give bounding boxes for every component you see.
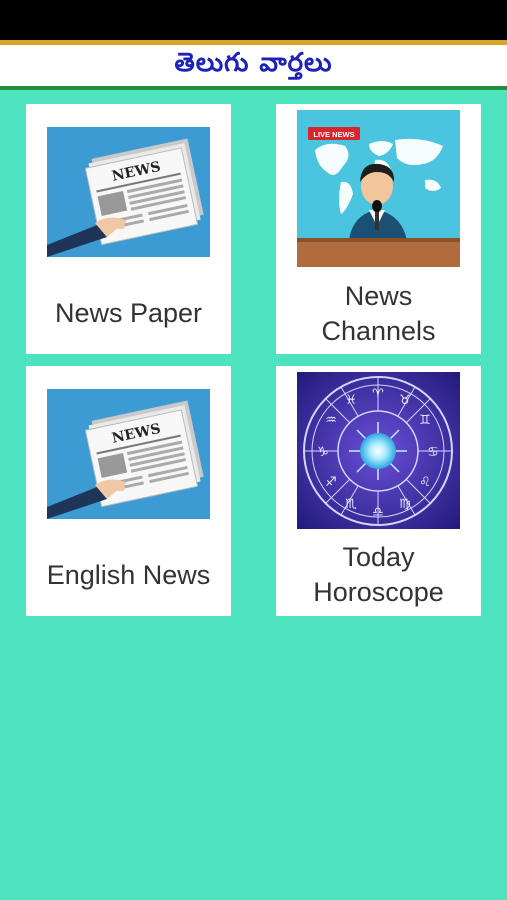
svg-text:♌: ♌ [419, 475, 431, 490]
news-paper-label: News Paper [54, 298, 203, 328]
svg-text:♑: ♑ [317, 445, 329, 460]
svg-text:♏: ♏ [345, 497, 357, 512]
svg-text:♒: ♒ [325, 413, 337, 428]
svg-text:♎: ♎ [372, 505, 384, 520]
newspaper-hand-icon: NEWS [47, 127, 210, 257]
news-channels-label-line2: Channels [321, 316, 436, 346]
horoscope-label-line2: Horoscope [313, 577, 444, 607]
svg-text:LIVE NEWS: LIVE NEWS [313, 130, 354, 139]
news-channels-label-line1: News [344, 281, 413, 311]
news-channels-card[interactable]: LIVE NEWS News Channels [276, 104, 481, 354]
svg-text:♉: ♉ [399, 393, 411, 408]
english-news-label: English News [46, 560, 211, 590]
zodiac-wheel-icon: ♈ ♉ ♊ ♋ ♌ ♍ ♎ ♏ ♐ ♑ ♒ ♓ [297, 372, 460, 529]
today-horoscope-card[interactable]: ♈ ♉ ♊ ♋ ♌ ♍ ♎ ♏ ♐ ♑ ♒ ♓ Today Horoscope [276, 366, 481, 616]
status-bar [0, 0, 507, 40]
news-paper-card[interactable]: NEWS News Paper [26, 104, 231, 354]
svg-text:♍: ♍ [399, 497, 411, 512]
svg-text:♊: ♊ [419, 413, 431, 428]
app-header: తెలుగు వార్తలు [0, 40, 507, 90]
horoscope-label-line1: Today [342, 542, 415, 572]
app-title: తెలుగు వార్తలు [174, 47, 333, 78]
english-news-card[interactable]: NEWS English News [26, 366, 231, 616]
news-anchor-icon: LIVE NEWS [297, 110, 460, 267]
newspaper-hand-icon: NEWS [47, 389, 210, 519]
svg-text:♓: ♓ [345, 393, 357, 408]
svg-text:♐: ♐ [325, 475, 337, 490]
svg-text:♋: ♋ [427, 445, 439, 460]
svg-text:♈: ♈ [372, 387, 384, 402]
